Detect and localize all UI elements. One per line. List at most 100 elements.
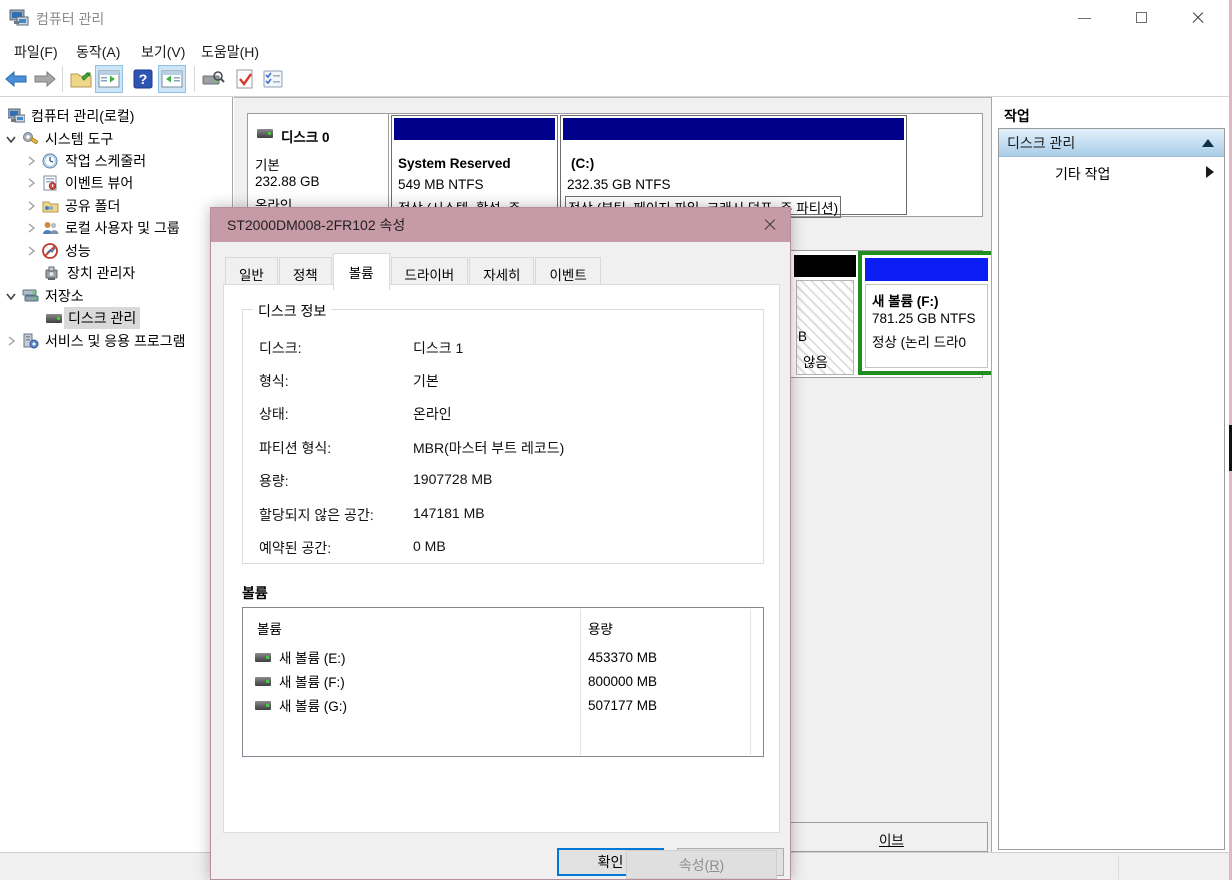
- disk-info-groupbox: 디스크 정보 디스크: 디스크 1 형식: 기본 상태: 온라인 파티션 형식:…: [242, 309, 764, 564]
- partition-system-reserved[interactable]: System Reserved 549 MB NTFS 정상 (시스템, 활성,…: [391, 115, 558, 215]
- volume-row-capacity: 453370 MB: [588, 650, 657, 665]
- tree-item-services-applications[interactable]: 서비스 및 응용 프로그램: [6, 330, 185, 352]
- export-list-button[interactable]: [67, 65, 95, 93]
- partition-c[interactable]: (C:) 232.35 GB NTFS 정상 (부팅, 페이지 파일, 크래시 …: [560, 115, 907, 215]
- info-label: 할당되지 않은 공간:: [259, 505, 374, 525]
- info-label: 파티션 형식:: [259, 438, 331, 458]
- close-button[interactable]: [1181, 6, 1215, 30]
- services-icon: [22, 333, 39, 349]
- back-button[interactable]: [2, 65, 30, 93]
- disk0-size: 232.88 GB: [255, 174, 320, 189]
- window-title: 컴퓨터 관리: [36, 9, 104, 29]
- volume-f-box[interactable]: 새 볼륨 (F:) 781.25 GB NTFS 정상 (논리 드라0: [858, 251, 995, 375]
- local-users-icon: [42, 220, 59, 236]
- maximize-button[interactable]: [1125, 6, 1159, 30]
- properties-button-label-suffix: ): [719, 857, 724, 873]
- chevron-right-icon: [6, 336, 16, 346]
- info-value: 1907728 MB: [413, 471, 492, 487]
- volume-list-row[interactable]: 새 볼륨 (F:) 800000 MB: [251, 670, 755, 692]
- volume-icon: [255, 677, 271, 686]
- volume-status: 정상 (논리 드라0: [872, 331, 966, 351]
- menu-view[interactable]: 보기(V): [136, 40, 190, 64]
- info-label: 디스크:: [259, 338, 302, 358]
- tree-item-label: 작업 스케줄러: [65, 151, 146, 171]
- primary-partition-bar: [394, 118, 555, 140]
- action-pane-toggle-button[interactable]: [158, 65, 186, 93]
- partition-name: (C:): [571, 156, 594, 171]
- column-header-capacity[interactable]: 용량: [588, 618, 613, 638]
- computer-icon: [8, 108, 25, 124]
- groupbox-title: 디스크 정보: [253, 301, 331, 321]
- chevron-down-icon: [6, 134, 16, 144]
- disk0-type: 기본: [255, 154, 280, 174]
- check-document-button[interactable]: [231, 65, 259, 93]
- tree-item-label: 서비스 및 응용 프로그램: [45, 331, 185, 351]
- volume-row-name: 새 볼륨 (G:): [279, 695, 347, 715]
- volume-list-row[interactable]: 새 볼륨 (E:) 453370 MB: [251, 646, 755, 668]
- toolbar: ?: [0, 62, 1232, 97]
- info-label: 상태:: [259, 404, 289, 424]
- tree-item-storage[interactable]: 저장소: [6, 285, 84, 307]
- volumes-section-label: 볼륨: [242, 583, 268, 603]
- properties-button-label-prefix: 속성(: [679, 855, 709, 875]
- unallocated-body: B 않음: [796, 280, 854, 375]
- actions-content-box: 디스크 관리 기타 작업: [998, 128, 1225, 850]
- column-header-volume[interactable]: 볼륨: [257, 618, 282, 638]
- logical-drive-bar: [865, 258, 988, 281]
- dialog-title-bar: ST2000DM008-2FR102 속성: [211, 208, 790, 242]
- legend-text-fragment: 이브: [879, 829, 904, 849]
- tree-item-task-scheduler[interactable]: 작업 스케줄러: [26, 150, 146, 172]
- menu-action[interactable]: 동작(A): [71, 40, 125, 64]
- svg-text:?: ?: [139, 71, 148, 87]
- partition-size: 549 MB NTFS: [398, 177, 484, 192]
- tab-volumes[interactable]: 볼륨: [333, 253, 390, 290]
- folder-export-icon: [70, 70, 92, 88]
- volume-name: 새 볼륨 (F:): [872, 290, 939, 310]
- actions-item-more-actions[interactable]: 기타 작업: [999, 157, 1224, 187]
- tree-item-event-viewer[interactable]: 이벤트 뷰어: [26, 172, 133, 194]
- menu-help[interactable]: 도움말(H): [196, 40, 264, 64]
- title-bar: 컴퓨터 관리: [0, 0, 1232, 36]
- performance-icon: [42, 243, 59, 259]
- tree-item-computer-management[interactable]: 컴퓨터 관리(로컬): [8, 105, 134, 127]
- forward-button[interactable]: [31, 65, 59, 93]
- tree-item-device-manager[interactable]: 장치 관리자: [44, 262, 135, 284]
- volume-list[interactable]: 볼륨 용량 새 볼륨 (E:) 453370 MB 새 볼륨 (F:) 8000…: [242, 607, 764, 757]
- actions-panel: 작업 디스크 관리 기타 작업: [991, 97, 1227, 852]
- info-value: 147181 MB: [413, 505, 485, 521]
- disk0-name: 디스크 0: [281, 126, 330, 146]
- tree-item-disk-management[interactable]: 디스크 관리: [46, 307, 140, 329]
- volume-row-capacity: 507177 MB: [588, 698, 657, 713]
- disk0-header-cell[interactable]: 디스크 0 기본 232.88 GB 온라인: [248, 114, 389, 216]
- tree-item-shared-folders[interactable]: 공유 폴더: [26, 195, 120, 217]
- tree-item-system-tools[interactable]: 시스템 도구: [6, 128, 113, 150]
- checklist-button[interactable]: [259, 65, 287, 93]
- volume-f-body: 새 볼륨 (F:) 781.25 GB NTFS 정상 (논리 드라0: [865, 284, 988, 368]
- info-value: 온라인: [413, 404, 452, 424]
- actions-section-disk-management[interactable]: 디스크 관리: [999, 129, 1224, 157]
- help-button[interactable]: ?: [129, 65, 157, 93]
- unallocated-text-fragment: B: [798, 329, 807, 344]
- volume-row-name: 새 볼륨 (E:): [279, 647, 346, 667]
- menu-file[interactable]: 파일(F): [9, 40, 63, 64]
- unallocated-region[interactable]: B 않음: [794, 255, 856, 375]
- tree-item-label: 로컬 사용자 및 그룹: [65, 218, 180, 238]
- chevron-right-icon: [26, 156, 36, 166]
- properties-button-disabled: 속성(R): [626, 850, 777, 879]
- dialog-close-button[interactable]: [758, 214, 782, 236]
- actions-item-label: 기타 작업: [1055, 164, 1110, 184]
- minimize-button[interactable]: [1068, 6, 1102, 30]
- tree-item-performance[interactable]: 성능: [26, 240, 91, 262]
- back-arrow-icon: [5, 71, 27, 87]
- tree-item-local-users-groups[interactable]: 로컬 사용자 및 그룹: [26, 217, 180, 239]
- collapse-arrow-icon[interactable]: [1202, 139, 1214, 147]
- info-value: 기본: [413, 371, 439, 391]
- action-pane-icon: [161, 70, 183, 88]
- disk-properties-button[interactable]: [199, 65, 227, 93]
- tree-item-label: 이벤트 뷰어: [65, 173, 133, 193]
- device-manager-icon: [44, 265, 61, 281]
- partition-size: 232.35 GB NTFS: [567, 177, 671, 192]
- volume-list-row[interactable]: 새 볼륨 (G:) 507177 MB: [251, 694, 755, 716]
- unallocated-text-fragment: 않음: [803, 351, 828, 371]
- console-tree-toggle-button[interactable]: [95, 65, 123, 93]
